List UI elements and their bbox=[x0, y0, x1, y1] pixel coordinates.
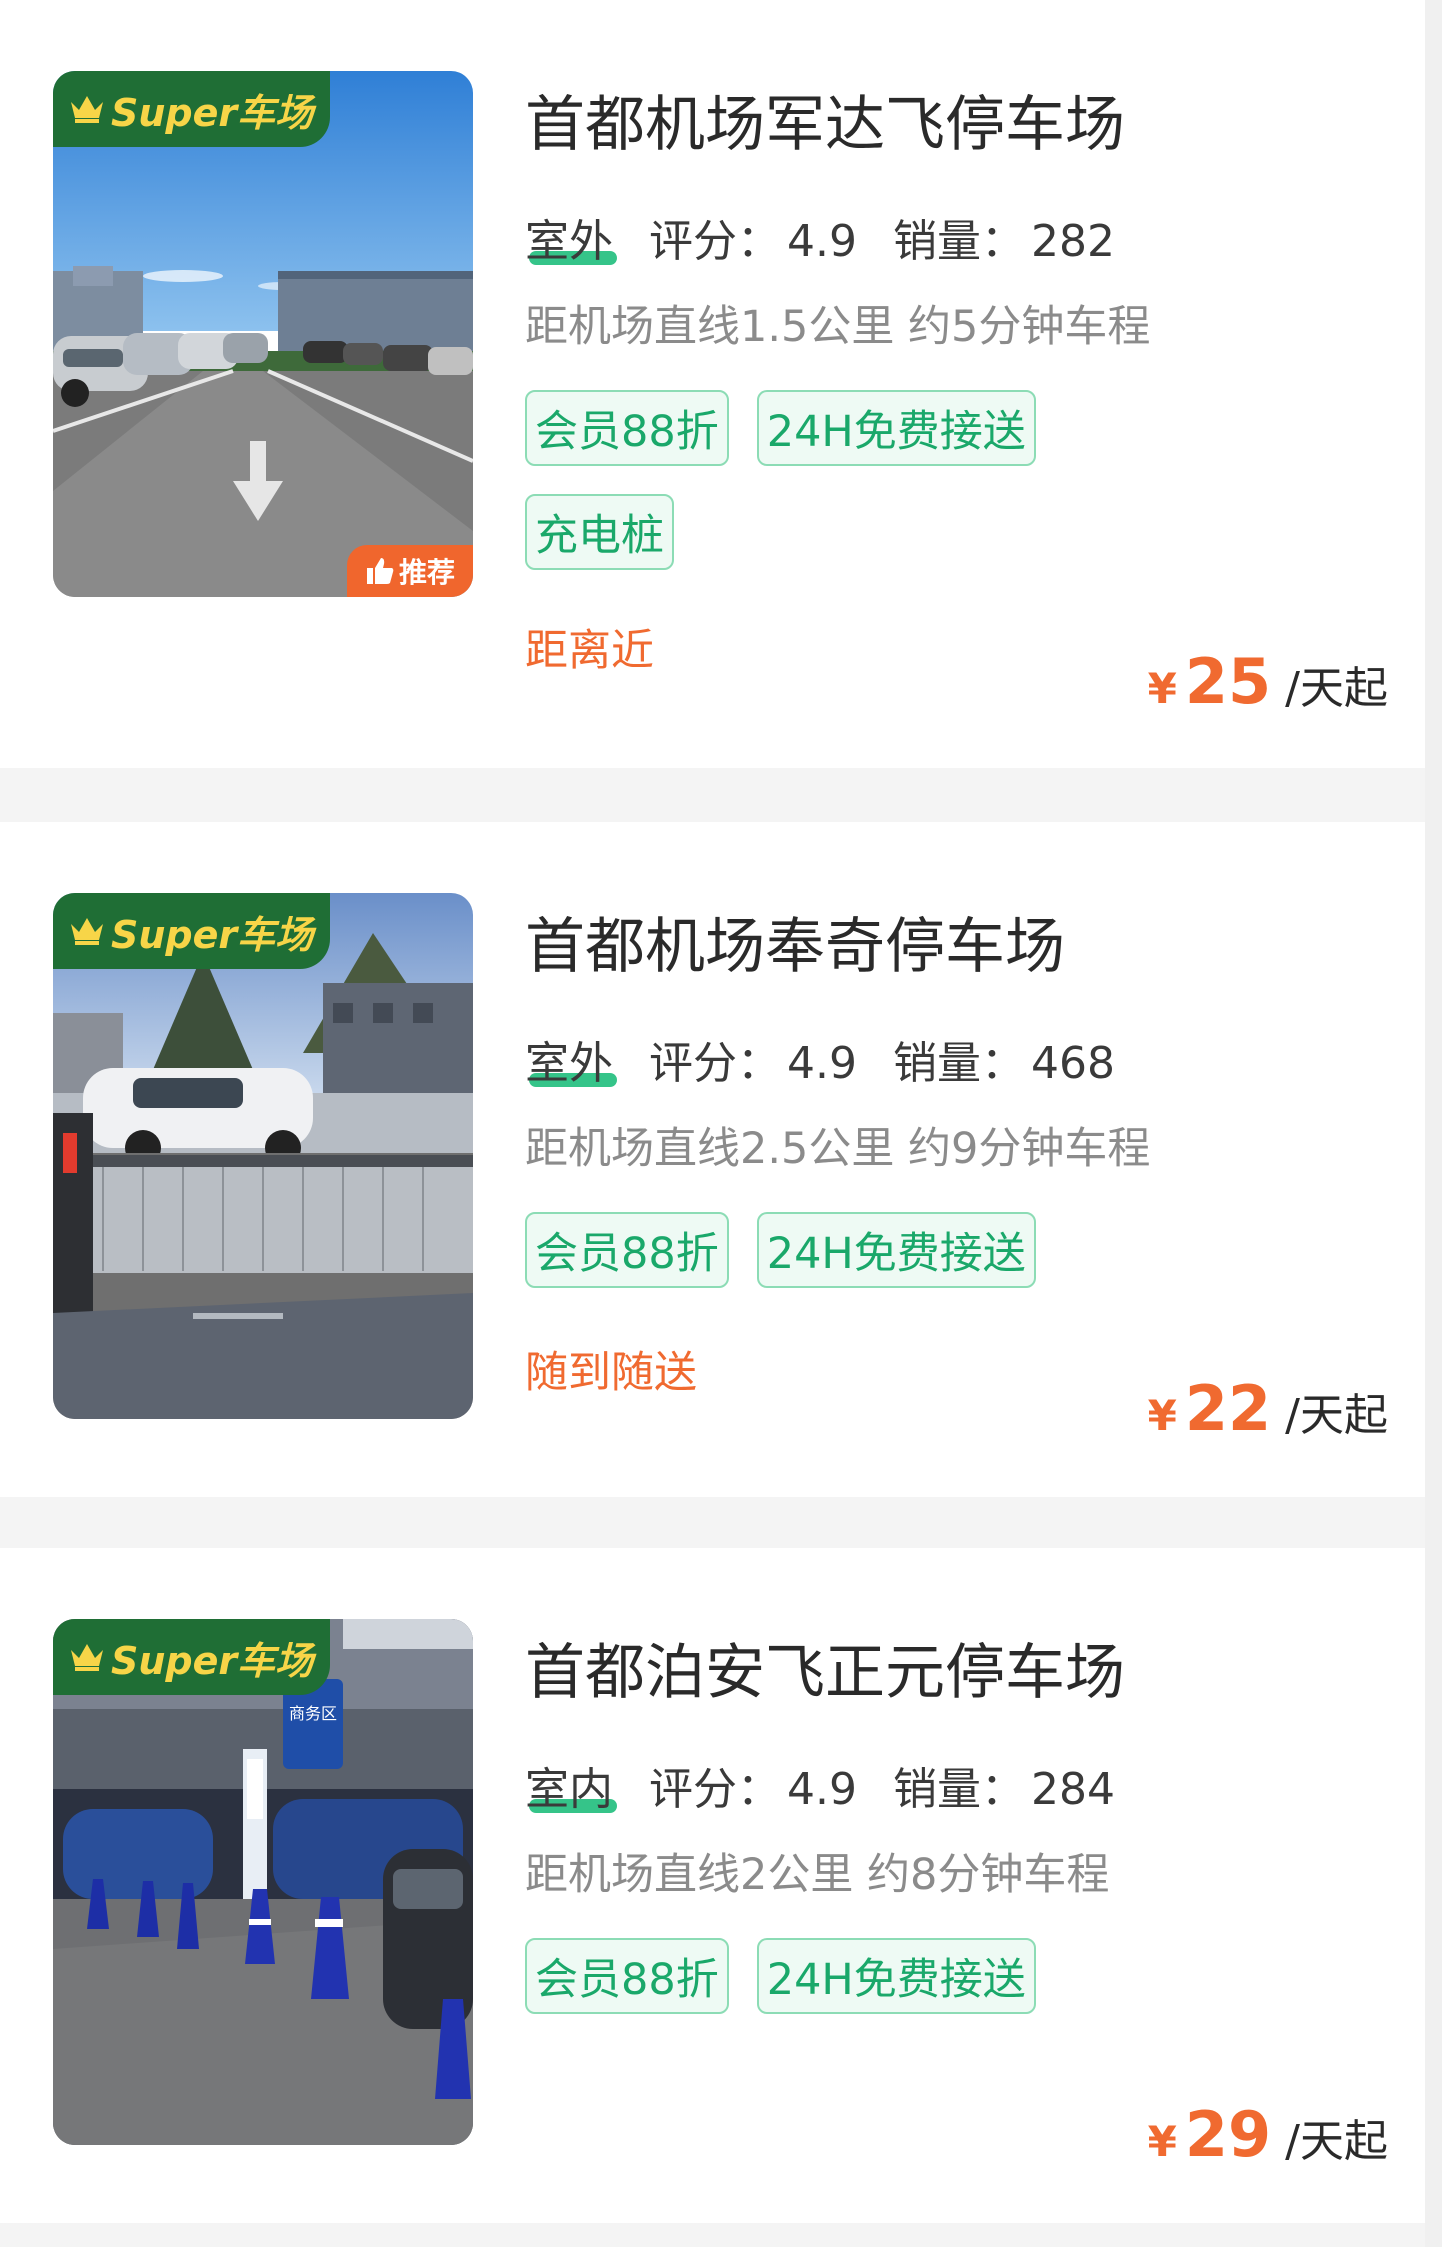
rating-value: 4.9 bbox=[787, 216, 857, 267]
parking-lot-name[interactable]: 首都泊安飞正元停车场 bbox=[525, 1624, 1125, 1711]
tag-member-discount: 会员88折 bbox=[525, 1938, 729, 2014]
sales-value: 468 bbox=[1030, 1038, 1115, 1089]
crown-icon bbox=[71, 1644, 103, 1671]
distance-text: 距机场直线2.5公里 约9分钟车程 bbox=[525, 1124, 1151, 1174]
parking-lot-card[interactable]: Super车场 首都机场奉奇停车场 室外 评分： 4.9 销量： 468 距机场… bbox=[0, 822, 1425, 1497]
currency-symbol: ¥ bbox=[1147, 2117, 1177, 2166]
parking-lot-photo[interactable]: Super车场 推荐 bbox=[53, 71, 473, 597]
price-unit: /天起 bbox=[1285, 2116, 1388, 2167]
price-unit: /天起 bbox=[1285, 663, 1388, 714]
distance-text: 距机场直线1.5公里 约5分钟车程 bbox=[525, 302, 1151, 352]
sales-label: 销量： bbox=[892, 1038, 1025, 1089]
rating-value: 4.9 bbox=[787, 1764, 857, 1815]
sales-value: 284 bbox=[1030, 1764, 1115, 1815]
parking-lot-name[interactable]: 首都机场奉奇停车场 bbox=[525, 898, 1065, 985]
crown-icon bbox=[71, 918, 103, 945]
scroll-edge bbox=[1425, 0, 1442, 2247]
service-tags: 会员88折 24H免费接送 bbox=[525, 1212, 1085, 1288]
distance-text: 距机场直线2公里 约8分钟车程 bbox=[525, 1850, 1110, 1900]
rating-label: 评分： bbox=[649, 1038, 781, 1089]
super-lot-badge: Super车场 bbox=[53, 893, 330, 969]
tag-charging-pile: 充电桩 bbox=[525, 494, 674, 570]
super-lot-badge: Super车场 bbox=[53, 71, 330, 147]
price-value: 25 bbox=[1184, 645, 1272, 718]
parking-lot-photo[interactable]: Super车场 bbox=[53, 893, 473, 1419]
recommend-badge-label: 推荐 bbox=[398, 556, 455, 589]
price-value: 29 bbox=[1184, 2098, 1272, 2171]
parking-lot-card[interactable]: 商务区 Super车场 首都泊安飞正元停车场 室内 评分： 4.9 销量： 28… bbox=[0, 1548, 1425, 2223]
crown-icon bbox=[71, 96, 103, 123]
parking-lot-meta: 室外 评分： 4.9 销量： 468 bbox=[525, 1027, 1151, 1091]
super-lot-badge-label: Super车场 bbox=[111, 90, 314, 135]
super-lot-badge-label: Super车场 bbox=[111, 1638, 314, 1683]
tag-member-discount: 会员88折 bbox=[525, 1212, 729, 1288]
price-value: 22 bbox=[1184, 1372, 1272, 1445]
currency-symbol: ¥ bbox=[1147, 1391, 1177, 1440]
sales-label: 销量： bbox=[892, 216, 1025, 267]
rating-value: 4.9 bbox=[787, 1038, 857, 1089]
tag-free-shuttle: 24H免费接送 bbox=[756, 1212, 1036, 1288]
price: ¥ 22 /天起 bbox=[1148, 1372, 1388, 1445]
parking-lot-photo[interactable]: 商务区 Super车场 bbox=[53, 1619, 473, 2145]
thumbs-up-icon bbox=[366, 558, 394, 584]
area-sign-text: 商务区 bbox=[289, 1704, 337, 1723]
price: ¥ 29 /天起 bbox=[1148, 2098, 1388, 2171]
feature-highlight: 距离近 bbox=[525, 626, 654, 676]
location-type: 室外 bbox=[525, 205, 617, 269]
rating-label: 评分： bbox=[649, 1764, 781, 1815]
recommend-badge: 推荐 bbox=[347, 545, 473, 597]
service-tags: 会员88折 24H免费接送 充电桩 bbox=[525, 390, 1085, 570]
parking-lot-name[interactable]: 首都机场军达飞停车场 bbox=[525, 76, 1125, 163]
rating-label: 评分： bbox=[649, 216, 781, 267]
parking-lot-meta: 室内 评分： 4.9 销量： 284 bbox=[525, 1753, 1151, 1817]
sales-label: 销量： bbox=[892, 1764, 1025, 1815]
currency-symbol: ¥ bbox=[1147, 664, 1177, 713]
tag-member-discount: 会员88折 bbox=[525, 390, 729, 466]
tag-free-shuttle: 24H免费接送 bbox=[756, 1938, 1036, 2014]
parking-lot-meta: 室外 评分： 4.9 销量： 282 bbox=[525, 205, 1151, 269]
location-type: 室外 bbox=[525, 1027, 617, 1091]
service-tags: 会员88折 24H免费接送 bbox=[525, 1938, 1085, 2014]
sales-value: 282 bbox=[1030, 216, 1115, 267]
super-lot-badge-label: Super车场 bbox=[111, 912, 314, 957]
location-type: 室内 bbox=[525, 1753, 617, 1817]
price: ¥ 25 /天起 bbox=[1148, 645, 1388, 718]
tag-free-shuttle: 24H免费接送 bbox=[756, 390, 1036, 466]
parking-lot-card[interactable]: Super车场 推荐 首都机场军达飞停车场 室外 评分： 4.9 销量： 282… bbox=[0, 0, 1425, 768]
super-lot-badge: Super车场 bbox=[53, 1619, 330, 1695]
feature-highlight: 随到随送 bbox=[525, 1348, 697, 1398]
parking-list-page: Super车场 推荐 首都机场军达飞停车场 室外 评分： 4.9 销量： 282… bbox=[0, 0, 1442, 2247]
price-unit: /天起 bbox=[1285, 1390, 1388, 1441]
